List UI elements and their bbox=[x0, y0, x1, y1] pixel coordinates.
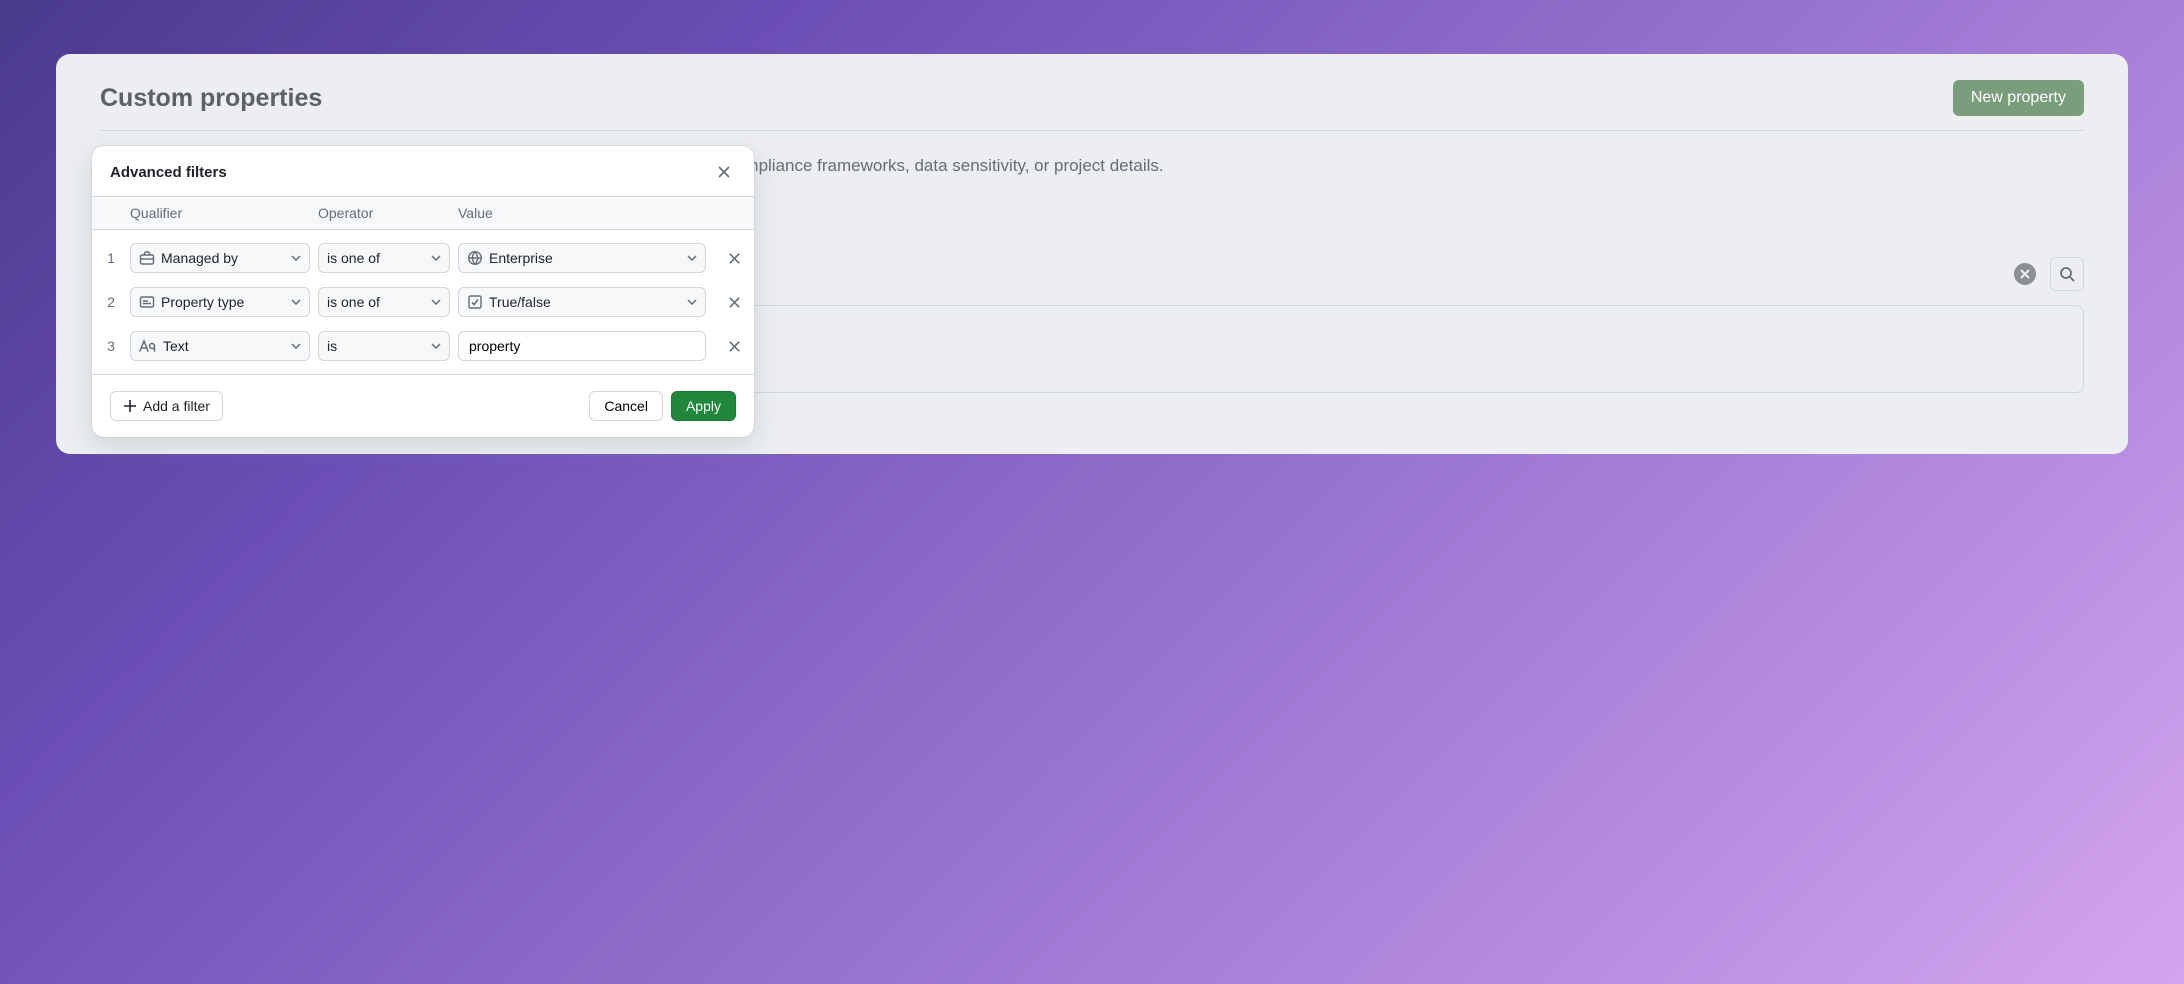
value-label: Enterprise bbox=[489, 250, 681, 266]
clear-search-button[interactable] bbox=[2014, 263, 2036, 285]
filter-columns-header: Qualifier Operator Value bbox=[92, 196, 754, 230]
value-select[interactable]: True/false bbox=[458, 287, 706, 317]
close-dialog-button[interactable] bbox=[712, 160, 736, 184]
dialog-actions: Cancel Apply bbox=[589, 391, 736, 421]
cancel-button[interactable]: Cancel bbox=[589, 391, 663, 421]
page-title: Custom properties bbox=[100, 84, 322, 113]
remove-filter-button[interactable] bbox=[722, 334, 746, 358]
chevron-down-icon bbox=[431, 255, 441, 261]
value-input[interactable] bbox=[458, 331, 706, 361]
col-value: Value bbox=[458, 205, 714, 221]
close-icon bbox=[728, 252, 741, 265]
row-number: 1 bbox=[92, 250, 130, 266]
value-select[interactable]: Enterprise bbox=[458, 243, 706, 273]
add-filter-button[interactable]: Add a filter bbox=[110, 391, 223, 421]
search-button[interactable] bbox=[2050, 257, 2084, 291]
advanced-filters-dialog: Advanced filters Qualifier Operator Valu… bbox=[92, 146, 754, 437]
filter-rows: 1 Managed by is one of Enterprise bbox=[92, 230, 754, 374]
chevron-down-icon bbox=[431, 299, 441, 305]
row-number: 2 bbox=[92, 294, 130, 310]
operator-select[interactable]: is one of bbox=[318, 287, 450, 317]
chevron-down-icon bbox=[291, 343, 301, 349]
qualifier-label: Managed by bbox=[161, 250, 285, 266]
briefcase-icon bbox=[139, 250, 155, 266]
filter-row: 3 Text is bbox=[92, 324, 754, 368]
panel-header: Custom properties New property bbox=[100, 80, 2084, 131]
operator-select[interactable]: is bbox=[318, 331, 450, 361]
qualifier-label: Property type bbox=[161, 294, 285, 310]
operator-label: is bbox=[327, 338, 425, 354]
custom-properties-panel: Custom properties New property Custom pr… bbox=[56, 54, 2128, 454]
checkbox-icon bbox=[467, 294, 483, 310]
filter-row: 2 Property type is one of True/fa bbox=[92, 280, 754, 324]
chevron-down-icon bbox=[431, 343, 441, 349]
value-label: True/false bbox=[489, 294, 681, 310]
text-aa-icon bbox=[139, 338, 157, 354]
col-operator: Operator bbox=[318, 205, 458, 221]
qualifier-select[interactable]: Property type bbox=[130, 287, 310, 317]
qualifier-select[interactable]: Text bbox=[130, 331, 310, 361]
close-icon bbox=[728, 296, 741, 309]
add-filter-label: Add a filter bbox=[143, 398, 210, 414]
row-number: 3 bbox=[92, 338, 130, 354]
col-qualifier: Qualifier bbox=[130, 205, 318, 221]
globe-icon bbox=[467, 250, 483, 266]
x-circle-icon bbox=[2020, 269, 2030, 279]
filter-row: 1 Managed by is one of Enterprise bbox=[92, 236, 754, 280]
dialog-header: Advanced filters bbox=[92, 146, 754, 196]
dialog-footer: Add a filter Cancel Apply bbox=[92, 374, 754, 437]
remove-filter-button[interactable] bbox=[722, 290, 746, 314]
chevron-down-icon bbox=[687, 299, 697, 305]
plus-icon bbox=[123, 399, 137, 413]
chevron-down-icon bbox=[291, 299, 301, 305]
operator-label: is one of bbox=[327, 250, 425, 266]
dialog-title: Advanced filters bbox=[110, 164, 227, 181]
remove-filter-button[interactable] bbox=[722, 246, 746, 270]
close-icon bbox=[717, 165, 731, 179]
chevron-down-icon bbox=[687, 255, 697, 261]
close-icon bbox=[728, 340, 741, 353]
qualifier-label: Text bbox=[163, 338, 285, 354]
operator-label: is one of bbox=[327, 294, 425, 310]
search-icon bbox=[2059, 266, 2075, 282]
chevron-down-icon bbox=[291, 255, 301, 261]
operator-select[interactable]: is one of bbox=[318, 243, 450, 273]
new-property-button[interactable]: New property bbox=[1953, 80, 2084, 116]
card-icon bbox=[139, 294, 155, 310]
qualifier-select[interactable]: Managed by bbox=[130, 243, 310, 273]
apply-button[interactable]: Apply bbox=[671, 391, 736, 421]
